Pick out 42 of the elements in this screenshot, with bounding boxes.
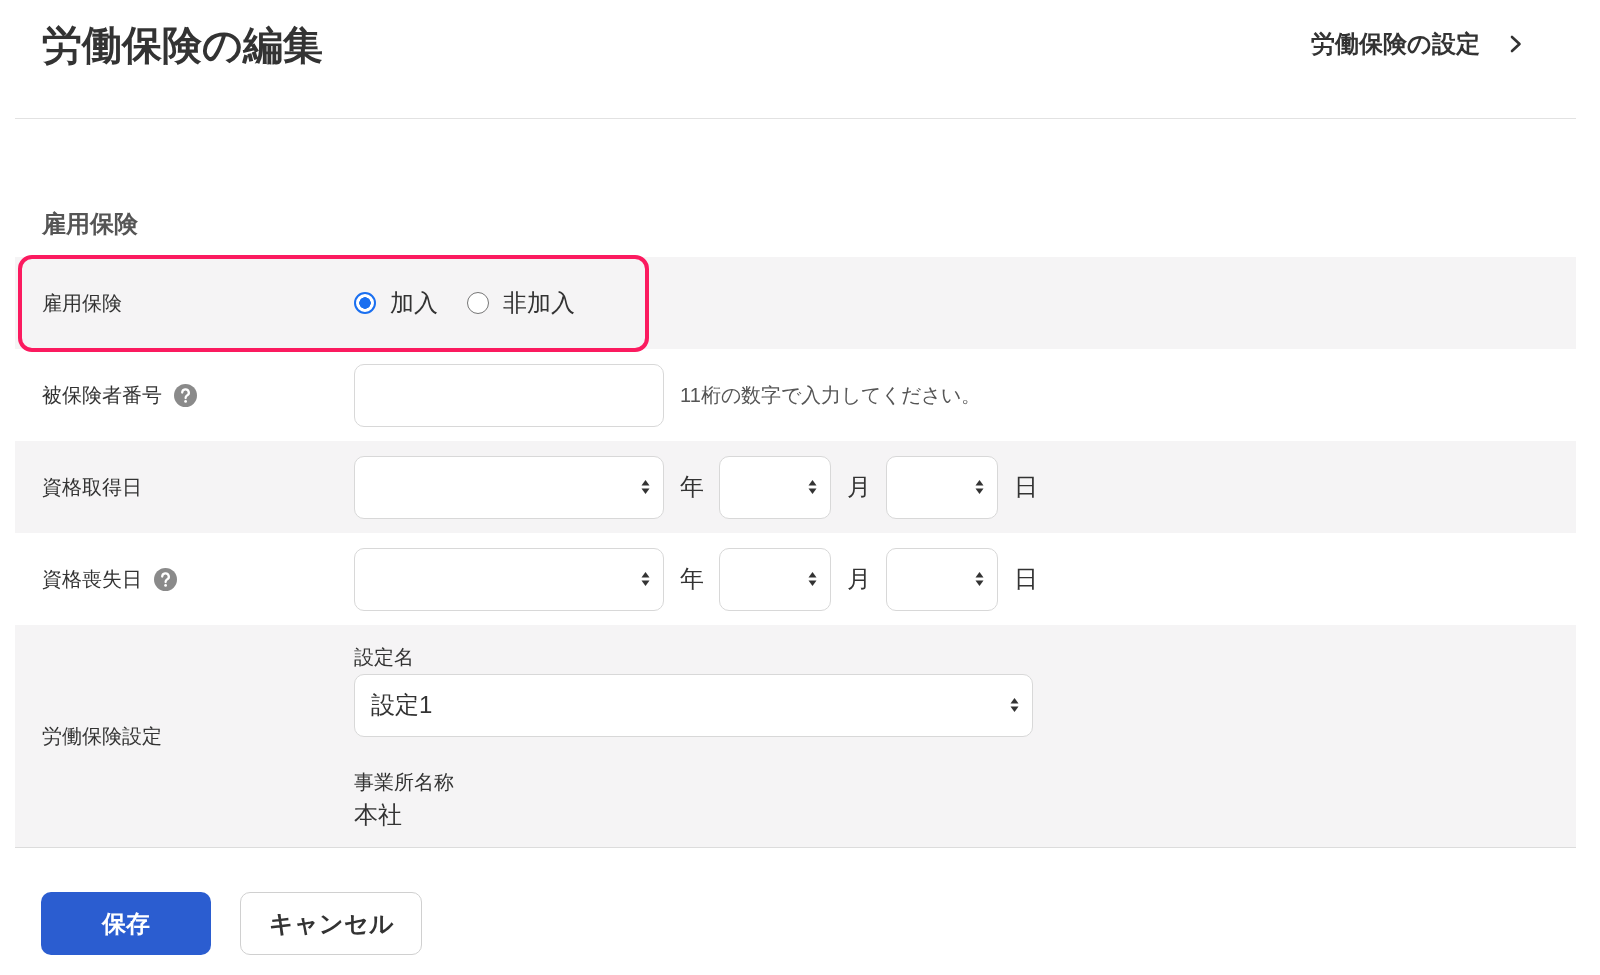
section-heading: 雇用保険 — [42, 209, 139, 239]
select-field[interactable]: 設定1 — [354, 673, 1033, 737]
date-unit-label: 日 — [1014, 564, 1038, 594]
save-button[interactable]: 保存 — [41, 892, 211, 955]
settings-link[interactable]: 労働保険の設定 — [1311, 29, 1522, 59]
date-unit-label: 年 — [680, 472, 704, 502]
sort-arrows-icon — [808, 571, 817, 587]
field-caption: 事業所名称 — [354, 769, 454, 795]
radio-button[interactable] — [354, 292, 376, 314]
input-field[interactable] — [354, 363, 664, 427]
sort-arrows-icon — [1010, 697, 1019, 713]
select-field[interactable] — [886, 547, 998, 611]
field-value: 本社 — [354, 799, 402, 830]
field-label: 資格喪失日 — [42, 567, 142, 592]
hint-text: 11桁の数字で入力してください。 — [680, 383, 981, 408]
chevron-right-icon — [1510, 35, 1522, 53]
field-label: 資格取得日 — [42, 475, 142, 500]
field-label: 雇用保険 — [42, 291, 122, 316]
sort-arrows-icon — [808, 479, 817, 495]
sort-arrows-icon — [975, 479, 984, 495]
select-field[interactable] — [886, 455, 998, 519]
cancel-button[interactable]: キャンセル — [240, 892, 422, 955]
sort-arrows-icon — [641, 479, 650, 495]
radio-label[interactable]: 加入 — [390, 288, 438, 318]
select-field[interactable] — [719, 547, 831, 611]
date-unit-label: 年 — [680, 564, 704, 594]
sort-arrows-icon — [975, 571, 984, 587]
radio-label[interactable]: 非加入 — [503, 288, 575, 318]
date-unit-label: 月 — [847, 564, 871, 594]
sort-arrows-icon — [641, 571, 650, 587]
field-label: 労働保険設定 — [42, 724, 162, 749]
select-field[interactable] — [719, 455, 831, 519]
field-label: 被保険者番号 — [42, 383, 162, 408]
help-icon[interactable] — [154, 567, 177, 591]
select-field[interactable] — [354, 455, 664, 519]
select-field[interactable] — [354, 547, 664, 611]
date-unit-label: 日 — [1014, 472, 1038, 502]
field-caption: 設定名 — [354, 644, 414, 670]
date-unit-label: 月 — [847, 472, 871, 502]
help-icon[interactable] — [174, 383, 197, 407]
radio-button[interactable] — [467, 292, 489, 314]
page-title: 労働保険の編集 — [42, 22, 323, 69]
